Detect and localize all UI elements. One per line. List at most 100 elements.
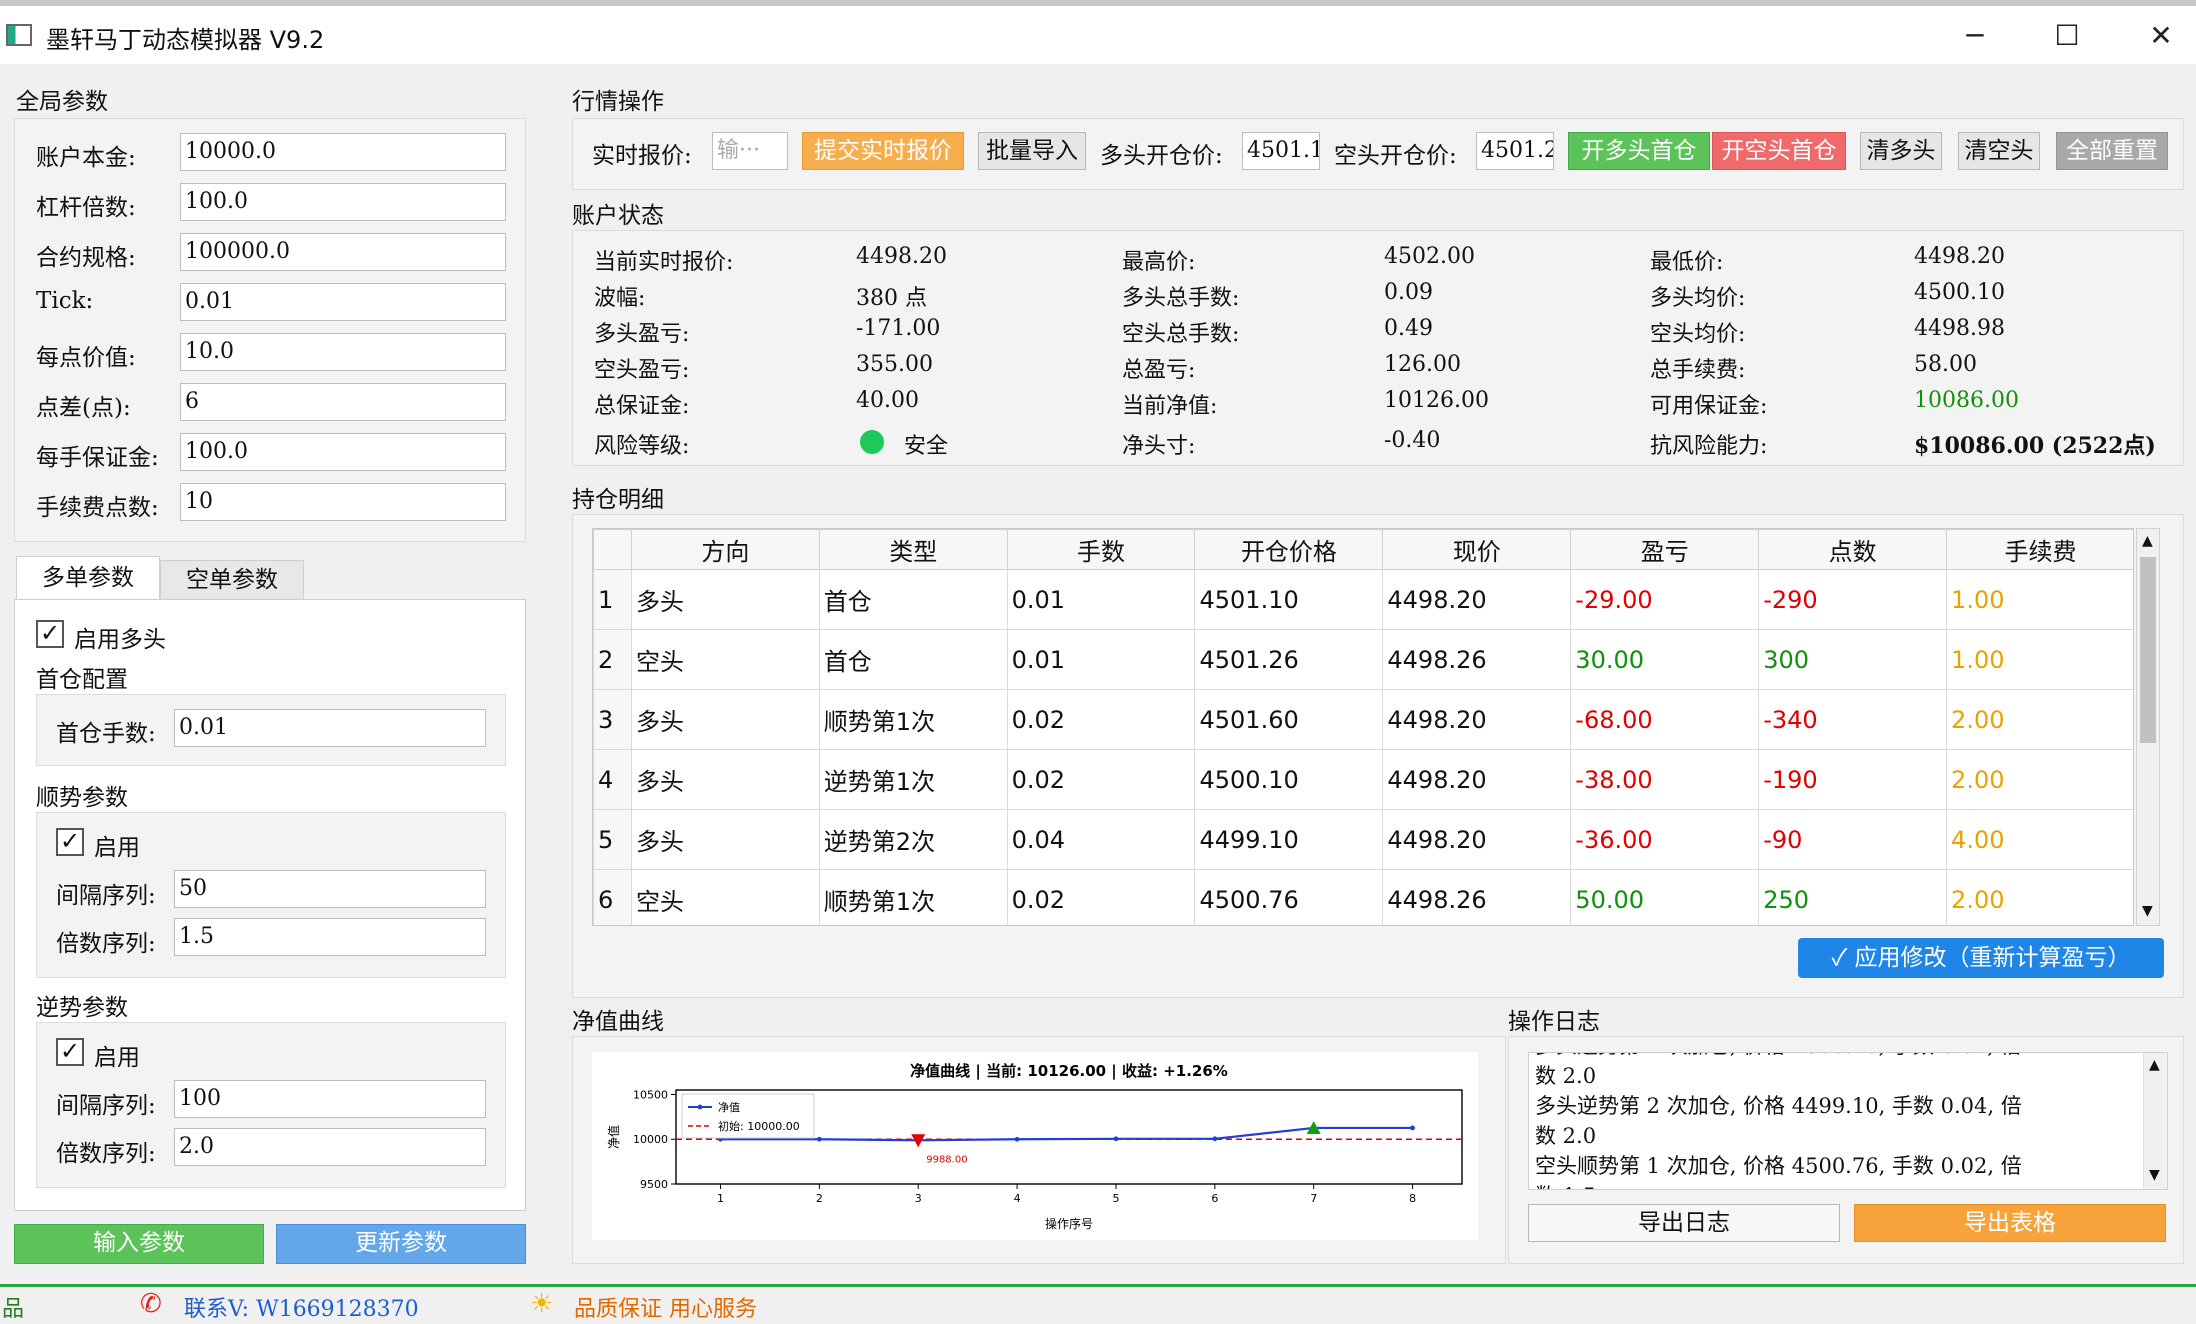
cell-fee[interactable]: 1.00 [1946, 629, 2133, 690]
cell-direction[interactable]: 空头 [630, 629, 820, 690]
header-pnl[interactable]: 盈亏 [1570, 529, 1760, 570]
cell-type[interactable]: 顺势第1次 [818, 869, 1008, 925]
long-open-input[interactable]: 4501.1 [1242, 132, 1320, 170]
submit-price-button[interactable]: 提交实时报价 [802, 132, 964, 170]
open-long-button[interactable]: 开多头首仓 [1568, 132, 1710, 170]
trend-enable-checkbox[interactable]: ✓ [56, 828, 84, 856]
header-current-price[interactable]: 现价 [1382, 529, 1572, 570]
cell-lots[interactable]: 0.01 [1006, 629, 1196, 690]
close-button[interactable]: ✕ [2126, 14, 2196, 58]
cell-open-price[interactable]: 4500.76 [1194, 869, 1384, 925]
header-fee[interactable]: 手续费 [1946, 529, 2133, 570]
cell-open-price[interactable]: 4501.10 [1194, 569, 1384, 630]
spread-input[interactable]: 6 [180, 383, 506, 421]
table-row[interactable]: 4 多头 逆势第1次 0.02 4500.10 4498.20 -38.00 -190 2.00 [593, 749, 2133, 810]
cell-type[interactable]: 逆势第2次 [818, 809, 1008, 870]
scroll-up-icon[interactable]: ▲ [2142, 533, 2153, 549]
log-scroll-up-icon[interactable]: ▲ [2149, 1057, 2160, 1073]
positions-scrollbar[interactable]: ▲ ▼ [2136, 528, 2160, 926]
header-points[interactable]: 点数 [1758, 529, 1948, 570]
log-scroll-down-icon[interactable]: ▼ [2149, 1167, 2160, 1183]
leverage-input[interactable]: 100.0 [180, 183, 506, 221]
counter-enable-checkbox[interactable]: ✓ [56, 1038, 84, 1066]
cell-points[interactable]: -340 [1758, 689, 1948, 750]
cell-pnl[interactable]: -36.00 [1570, 809, 1760, 870]
tab-long-params[interactable]: 多单参数 [16, 556, 160, 600]
cell-current-price[interactable]: 4498.20 [1382, 809, 1572, 870]
export-table-button[interactable]: 导出表格 [1854, 1204, 2166, 1242]
counter-interval-input[interactable]: 100 [174, 1080, 486, 1118]
cell-open-price[interactable]: 4499.10 [1194, 809, 1384, 870]
point-value-input[interactable]: 10.0 [180, 333, 506, 371]
first-lots-input[interactable]: 0.01 [174, 709, 486, 747]
log-scrollbar[interactable]: ▲ ▼ [2143, 1053, 2167, 1189]
cell-type[interactable]: 逆势第1次 [818, 749, 1008, 810]
cell-current-price[interactable]: 4498.20 [1382, 689, 1572, 750]
cell-lots[interactable]: 0.01 [1006, 569, 1196, 630]
cell-type[interactable]: 首仓 [818, 569, 1008, 630]
apply-changes-button[interactable]: ✓ 应用修改（重新计算盈亏） [1798, 938, 2164, 978]
maximize-button[interactable]: ☐ [2032, 14, 2102, 58]
cell-lots[interactable]: 0.02 [1006, 869, 1196, 925]
clear-short-button[interactable]: 清空头 [1958, 132, 2040, 170]
cell-type[interactable]: 顺势第1次 [818, 689, 1008, 750]
header-open-price[interactable]: 开仓价格 [1194, 529, 1384, 570]
cell-lots[interactable]: 0.04 [1006, 809, 1196, 870]
cell-lots[interactable]: 0.02 [1006, 689, 1196, 750]
cell-fee[interactable]: 2.00 [1946, 869, 2133, 925]
scroll-thumb[interactable] [2140, 557, 2156, 743]
cell-direction[interactable]: 空头 [630, 869, 820, 925]
table-row[interactable]: 5 多头 逆势第2次 0.04 4499.10 4498.20 -36.00 -90 4.00 [593, 809, 2133, 870]
cell-type[interactable]: 首仓 [818, 629, 1008, 690]
cell-points[interactable]: -90 [1758, 809, 1948, 870]
tick-input[interactable]: 0.01 [180, 283, 506, 321]
cell-pnl[interactable]: 50.00 [1570, 869, 1760, 925]
cell-direction[interactable]: 多头 [630, 749, 820, 810]
tab-short-params[interactable]: 空单参数 [160, 560, 304, 600]
counter-mult-input[interactable]: 2.0 [174, 1128, 486, 1166]
clear-long-button[interactable]: 清多头 [1860, 132, 1942, 170]
cell-fee[interactable]: 2.00 [1946, 689, 2133, 750]
realtime-price-input[interactable]: 输··· [712, 132, 788, 170]
export-log-button[interactable]: 导出日志 [1528, 1204, 1840, 1242]
header-lots[interactable]: 手数 [1006, 529, 1196, 570]
cell-open-price[interactable]: 4501.26 [1194, 629, 1384, 690]
table-row[interactable]: 2 空头 首仓 0.01 4501.26 4498.26 30.00 300 1.00 [593, 629, 2133, 690]
cell-fee[interactable]: 2.00 [1946, 749, 2133, 810]
short-open-input[interactable]: 4501.2 [1476, 132, 1554, 170]
table-row[interactable]: 1 多头 首仓 0.01 4501.10 4498.20 -29.00 -290 1.00 [593, 569, 2133, 630]
cell-pnl[interactable]: -29.00 [1570, 569, 1760, 630]
table-row[interactable]: 3 多头 顺势第1次 0.02 4501.60 4498.20 -68.00 -340 2.00 [593, 689, 2133, 750]
cell-fee[interactable]: 1.00 [1946, 569, 2133, 630]
cell-open-price[interactable]: 4500.10 [1194, 749, 1384, 810]
cell-pnl[interactable]: 30.00 [1570, 629, 1760, 690]
cell-lots[interactable]: 0.02 [1006, 749, 1196, 810]
batch-import-button[interactable]: 批量导入 [978, 132, 1086, 170]
minimize-button[interactable]: ─ [1940, 14, 2010, 58]
cell-pnl[interactable]: -38.00 [1570, 749, 1760, 810]
cell-current-price[interactable]: 4498.20 [1382, 569, 1572, 630]
cell-points[interactable]: -290 [1758, 569, 1948, 630]
cell-points[interactable]: 300 [1758, 629, 1948, 690]
margin-per-lot-input[interactable]: 100.0 [180, 433, 506, 471]
reset-all-button[interactable]: 全部重置 [2056, 132, 2168, 170]
cell-current-price[interactable]: 4498.20 [1382, 749, 1572, 810]
open-short-button[interactable]: 开空头首仓 [1712, 132, 1846, 170]
cell-current-price[interactable]: 4498.26 [1382, 869, 1572, 925]
header-direction[interactable]: 方向 [630, 529, 820, 570]
enable-long-checkbox[interactable]: ✓ [36, 620, 64, 648]
trend-interval-input[interactable]: 50 [174, 870, 486, 908]
input-params-button[interactable]: 输入参数 [14, 1224, 264, 1264]
header-type[interactable]: 类型 [818, 529, 1008, 570]
cell-open-price[interactable]: 4501.60 [1194, 689, 1384, 750]
log-textarea[interactable]: 多头逆势第 1 次加仓, 价格 4500.10, 手数 0.02, 倍 数 2.… [1528, 1052, 2168, 1190]
cell-direction[interactable]: 多头 [630, 809, 820, 870]
table-row[interactable]: 6 空头 顺势第1次 0.02 4500.76 4498.26 50.00 250 2.00 [593, 869, 2133, 925]
cell-current-price[interactable]: 4498.26 [1382, 629, 1572, 690]
cell-fee[interactable]: 4.00 [1946, 809, 2133, 870]
update-params-button[interactable]: 更新参数 [276, 1224, 526, 1264]
scroll-down-icon[interactable]: ▼ [2142, 903, 2153, 919]
cell-pnl[interactable]: -68.00 [1570, 689, 1760, 750]
cell-points[interactable]: -190 [1758, 749, 1948, 810]
fee-points-input[interactable]: 10 [180, 483, 506, 521]
